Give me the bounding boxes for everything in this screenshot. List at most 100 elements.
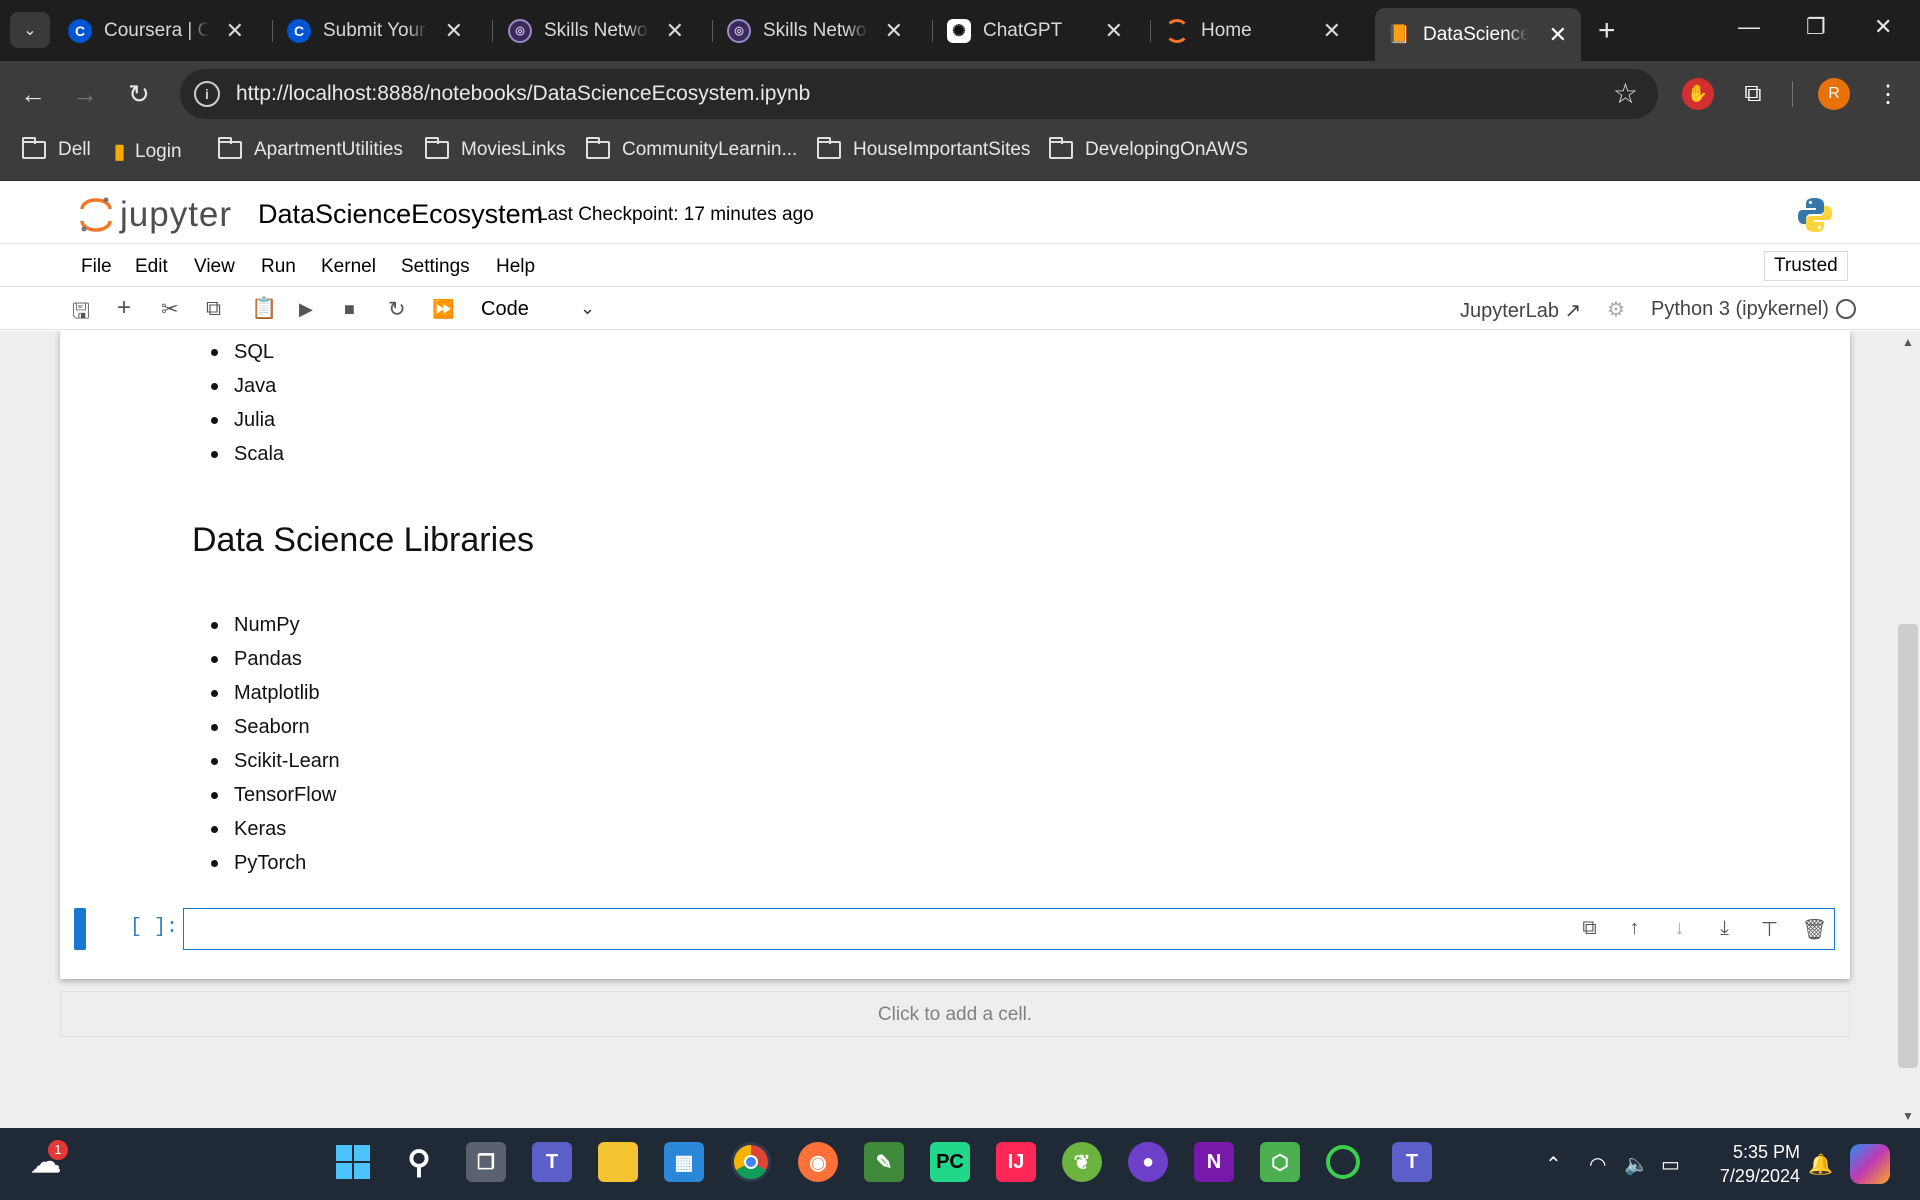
extension-hand-icon[interactable]: ✋ [1682,78,1714,110]
teams-icon[interactable]: T [532,1142,572,1182]
notifications-icon[interactable]: 🔔 [1808,1152,1833,1177]
teams-work-icon[interactable]: T [1392,1142,1432,1182]
close-tab-icon[interactable]: ✕ [1105,18,1123,44]
chrome-icon[interactable] [731,1142,771,1182]
profile-avatar[interactable]: R [1818,78,1850,110]
menu-run[interactable]: Run [261,256,296,278]
browser-tab[interactable]: ◎ Skills Network ✕ [508,8,698,53]
insert-below-icon[interactable]: ⤓ [1711,917,1738,942]
bookmark-login[interactable]: ▮ Login [114,139,182,164]
close-tab-icon[interactable]: ✕ [445,18,463,44]
search-icon[interactable]: ⚲ [399,1142,439,1182]
bookmark-apartment-utilities[interactable]: ApartmentUtilities [218,137,403,161]
spring-icon[interactable]: ❦ [1062,1142,1102,1182]
browser-tab[interactable]: C Coursera | Onl ✕ [68,8,258,53]
browser-tab[interactable]: ✺ ChatGPT ✕ [947,8,1137,53]
browser-tab-active[interactable]: 📙 DataScienceEc ✕ [1375,8,1581,61]
close-window-button[interactable]: ✕ [1874,14,1892,40]
url-text[interactable]: http://localhost:8888/notebooks/DataScie… [236,82,810,106]
menu-edit[interactable]: Edit [135,256,168,278]
browser-tab[interactable]: Home ✕ [1165,8,1355,53]
windows-start-icon[interactable] [333,1142,373,1182]
paste-icon[interactable]: 📋 [251,297,277,321]
intellij-icon[interactable]: IJ [996,1142,1036,1182]
tab-search-button[interactable]: ⌄ [10,12,50,48]
scrollbar-thumb[interactable] [1898,624,1918,1068]
scroll-down-icon[interactable]: ▼ [1902,1109,1914,1123]
volume-icon[interactable]: 🔈 [1624,1152,1649,1177]
jupyterlab-link[interactable]: JupyterLab ↗ [1460,298,1581,323]
github-icon[interactable]: ● [1128,1142,1168,1182]
notepad-icon[interactable]: ✎ [864,1142,904,1182]
debugger-icon[interactable]: ⚙ [1607,297,1625,322]
menu-settings[interactable]: Settings [401,256,470,278]
bookmark-house-important-sites[interactable]: HouseImportantSites [817,137,1030,161]
close-tab-icon[interactable]: ✕ [885,18,903,44]
system-clock[interactable]: 5:35 PM 7/29/2024 [1708,1140,1800,1188]
new-tab-button[interactable]: + [1598,14,1616,48]
markdown-cell-libraries-heading[interactable]: Data Science Libraries [192,521,534,560]
virtualbox-icon[interactable]: ⬡ [1260,1142,1300,1182]
extensions-puzzle-icon[interactable]: ⧉ [1737,78,1769,110]
bookmark-movies-links[interactable]: MoviesLinks [425,137,566,161]
code-cell-input[interactable]: ⧉ ↑ ↓ ⤓ ⊤ 🗑 [183,908,1835,950]
fast-forward-icon[interactable]: ⏩ [432,299,454,320]
move-down-icon[interactable]: ↓ [1666,917,1693,942]
add-cell-footer[interactable]: Click to add a cell. [60,991,1850,1037]
browser-tab[interactable]: ◎ Skills Network ✕ [727,8,917,53]
browser-tab[interactable]: C Submit Your W ✕ [287,8,477,53]
chevron-down-icon[interactable]: ⌄ [580,298,595,319]
minimize-button[interactable]: — [1738,14,1760,40]
delete-cell-icon[interactable]: 🗑 [1801,917,1828,942]
duplicate-cell-icon[interactable]: ⧉ [1576,917,1603,942]
cell-type-select[interactable]: Code [481,298,529,321]
battery-icon[interactable]: ▭ [1661,1152,1680,1177]
site-info-icon[interactable]: i [194,81,220,107]
task-view-icon[interactable]: ❐ [466,1142,506,1182]
onenote-icon[interactable]: N [1194,1142,1234,1182]
bookmark-dell[interactable]: Dell [22,137,91,161]
reload-button[interactable]: ↻ [128,79,150,110]
address-bar[interactable]: i http://localhost:8888/notebooks/DataSc… [180,69,1658,119]
restore-button[interactable]: ❐ [1806,14,1826,40]
pycharm-icon[interactable]: PC [930,1142,970,1182]
cut-icon[interactable]: ✂ [161,297,179,322]
bookmark-developing-on-aws[interactable]: DevelopingOnAWS [1049,137,1248,161]
kernel-name[interactable]: Python 3 (ipykernel) [1651,298,1829,321]
markdown-cell-libraries[interactable]: NumPy Pandas Matplotlib Seaborn Scikit-L… [192,608,340,880]
back-button[interactable]: ← [20,79,46,110]
restart-icon[interactable]: ↻ [388,297,406,322]
move-up-icon[interactable]: ↑ [1621,917,1648,942]
wifi-icon[interactable]: ◠ [1589,1152,1606,1177]
scroll-up-icon[interactable]: ▲ [1902,335,1914,349]
trusted-indicator[interactable]: Trusted [1764,251,1848,281]
notebook-title[interactable]: DataScienceEcosystem [258,199,543,230]
jupyter-logo[interactable]: jupyter [78,195,232,235]
save-icon[interactable]: 🖫 [72,297,90,332]
menu-help[interactable]: Help [496,256,535,278]
close-tab-icon[interactable]: ✕ [1323,18,1341,44]
bookmark-community-learning[interactable]: CommunityLearnin... [586,137,797,161]
stop-icon[interactable]: ■ [344,299,355,320]
forward-button[interactable]: → [72,79,98,110]
store-icon[interactable]: ▦ [664,1142,704,1182]
add-cell-icon[interactable]: + [117,294,131,322]
copilot-icon[interactable] [1850,1144,1890,1184]
browser-menu-icon[interactable]: ⋮ [1872,78,1904,110]
bookmark-star-icon[interactable]: ☆ [1613,77,1638,110]
menu-view[interactable]: View [194,256,235,278]
menu-kernel[interactable]: Kernel [321,256,376,278]
close-tab-icon[interactable]: ✕ [226,18,244,44]
show-hidden-icons-icon[interactable]: ⌃ [1545,1152,1562,1177]
firefox-icon[interactable]: ◉ [798,1142,838,1182]
close-tab-icon[interactable]: ✕ [1549,22,1567,48]
loading-app-icon[interactable] [1326,1145,1360,1179]
menu-file[interactable]: File [81,256,112,278]
scrollbar[interactable]: ▲ ▼ [1896,331,1920,1128]
copy-icon[interactable]: ⧉ [206,297,221,321]
insert-above-icon[interactable]: ⊤ [1756,917,1783,942]
run-icon[interactable]: ▶ [299,299,313,320]
close-tab-icon[interactable]: ✕ [666,18,684,44]
file-explorer-icon[interactable] [598,1142,638,1182]
markdown-cell-languages[interactable]: SQL Java Julia Scala [192,335,284,471]
